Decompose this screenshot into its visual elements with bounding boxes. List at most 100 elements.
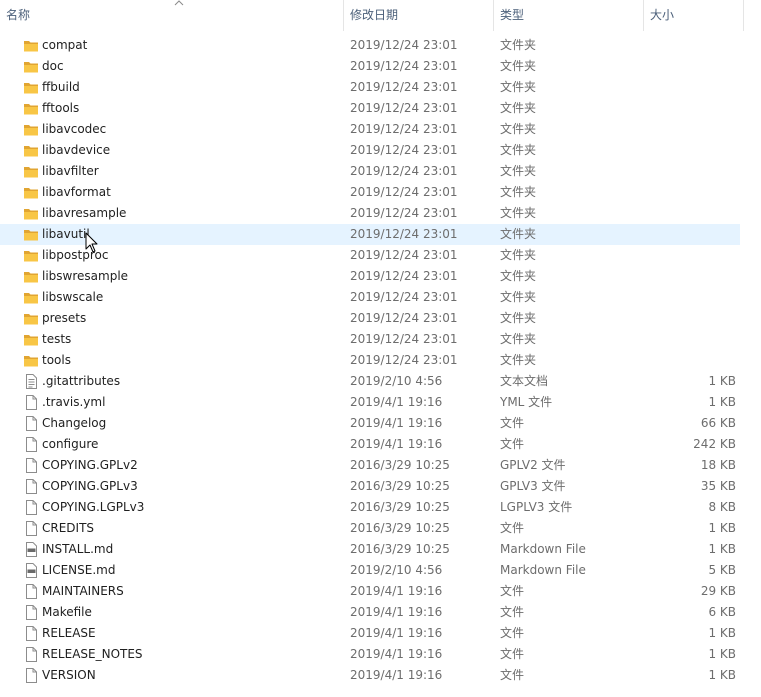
file-type: 文件夹 bbox=[500, 38, 537, 52]
file-name: Makefile bbox=[42, 605, 92, 619]
file-size bbox=[646, 161, 736, 182]
file-size: 5 KB bbox=[708, 563, 736, 577]
file-type: 文件夹 bbox=[500, 206, 537, 220]
file-modified-date: 2019/12/24 23:01 bbox=[350, 311, 458, 325]
file-row[interactable]: LICENSE.md 2019/2/10 4:56 Markdown File 5 K… bbox=[0, 560, 740, 581]
file-row[interactable]: libavformat 2019/12/24 23:01 文件夹 bbox=[0, 182, 740, 203]
file-row[interactable]: Makefile 2019/4/1 19:16 文件 6 KB bbox=[0, 602, 740, 623]
folder-icon bbox=[24, 272, 38, 283]
file-type: YML 文件 bbox=[500, 395, 553, 409]
file-row[interactable]: compat 2019/12/24 23:01 文件夹 bbox=[0, 35, 740, 56]
file-row[interactable]: tools 2019/12/24 23:01 文件夹 bbox=[0, 350, 740, 371]
file-row[interactable]: libavutil 2019/12/24 23:01 文件夹 bbox=[0, 224, 740, 245]
file-name: ffbuild bbox=[42, 80, 80, 94]
file-modified-date: 2019/12/24 23:01 bbox=[350, 164, 458, 178]
file-modified-date: 2019/12/24 23:01 bbox=[350, 353, 458, 367]
file-type: 文件夹 bbox=[500, 248, 537, 262]
file-row[interactable]: libavfilter 2019/12/24 23:01 文件夹 bbox=[0, 161, 740, 182]
file-row[interactable]: libavdevice 2019/12/24 23:01 文件夹 bbox=[0, 140, 740, 161]
file-name: CREDITS bbox=[42, 521, 95, 535]
file-row[interactable]: configure 2019/4/1 19:16 文件 242 KB bbox=[0, 434, 740, 455]
file-row[interactable]: fftools 2019/12/24 23:01 文件夹 bbox=[0, 98, 740, 119]
file-name: libavutil bbox=[42, 227, 90, 241]
folder-icon bbox=[24, 356, 38, 367]
file-type: 文件 bbox=[500, 605, 525, 619]
file-modified-date: 2019/12/24 23:01 bbox=[350, 227, 458, 241]
file-name: .travis.yml bbox=[42, 395, 106, 409]
file-row[interactable]: Changelog 2019/4/1 19:16 文件 66 KB bbox=[0, 413, 740, 434]
file-modified-date: 2019/12/24 23:01 bbox=[350, 269, 458, 283]
file-name: fftools bbox=[42, 101, 80, 115]
file-row[interactable]: presets 2019/12/24 23:01 文件夹 bbox=[0, 308, 740, 329]
file-icon bbox=[26, 647, 37, 662]
file-name: libavfilter bbox=[42, 164, 99, 178]
folder-icon bbox=[24, 125, 38, 136]
column-header-type[interactable]: 类型 bbox=[494, 0, 644, 31]
file-name: libavformat bbox=[42, 185, 111, 199]
file-modified-date: 2019/4/1 19:16 bbox=[350, 437, 443, 451]
folder-icon bbox=[24, 62, 38, 73]
file-row[interactable]: RELEASE 2019/4/1 19:16 文件 1 KB bbox=[0, 623, 740, 644]
file-size bbox=[646, 98, 736, 119]
file-row[interactable]: COPYING.GPLv3 2016/3/29 10:25 GPLV3 文件 35 K… bbox=[0, 476, 740, 497]
file-row[interactable]: RELEASE_NOTES 2019/4/1 19:16 文件 1 KB bbox=[0, 644, 740, 665]
file-modified-date: 2016/3/29 10:25 bbox=[350, 458, 450, 472]
file-row[interactable]: libpostproc 2019/12/24 23:01 文件夹 bbox=[0, 245, 740, 266]
file-modified-date: 2019/2/10 4:56 bbox=[350, 563, 443, 577]
file-type: 文件夹 bbox=[500, 227, 537, 241]
file-row[interactable]: libavresample 2019/12/24 23:01 文件夹 bbox=[0, 203, 740, 224]
file-row[interactable]: INSTALL.md 2016/3/29 10:25 Markdown File 1 … bbox=[0, 539, 740, 560]
file-name: INSTALL.md bbox=[42, 542, 114, 556]
file-row[interactable]: .gitattributes 2019/2/10 4:56 文本文档 1 KB bbox=[0, 371, 740, 392]
file-icon bbox=[26, 605, 37, 620]
file-row[interactable]: libswscale 2019/12/24 23:01 文件夹 bbox=[0, 287, 740, 308]
file-type: 文件夹 bbox=[500, 143, 537, 157]
file-type: 文件夹 bbox=[500, 164, 537, 178]
column-header-size[interactable]: 大小 bbox=[644, 0, 744, 31]
file-size bbox=[646, 266, 736, 287]
file-size: 6 KB bbox=[708, 605, 736, 619]
file-modified-date: 2019/4/1 19:16 bbox=[350, 605, 443, 619]
file-row[interactable]: libswresample 2019/12/24 23:01 文件夹 bbox=[0, 266, 740, 287]
file-type: 文件 bbox=[500, 437, 525, 451]
file-row[interactable]: COPYING.GPLv2 2016/3/29 10:25 GPLV2 文件 18 K… bbox=[0, 455, 740, 476]
file-row[interactable]: CREDITS 2016/3/29 10:25 文件 1 KB bbox=[0, 518, 740, 539]
file-size bbox=[646, 56, 736, 77]
file-size: 18 KB bbox=[700, 458, 736, 472]
folder-icon bbox=[24, 104, 38, 115]
column-header-name[interactable]: 名称 bbox=[0, 0, 344, 31]
file-type: GPLV3 文件 bbox=[500, 479, 566, 493]
folder-icon bbox=[24, 188, 38, 199]
file-name: VERSION bbox=[42, 668, 96, 682]
column-header-date[interactable]: 修改日期 bbox=[344, 0, 494, 31]
file-type: 文件 bbox=[500, 584, 525, 598]
file-modified-date: 2016/3/29 10:25 bbox=[350, 542, 450, 556]
file-type: 文件夹 bbox=[500, 122, 537, 136]
file-name: COPYING.GPLv3 bbox=[42, 479, 138, 493]
file-modified-date: 2019/12/24 23:01 bbox=[350, 59, 458, 73]
file-modified-date: 2019/12/24 23:01 bbox=[350, 143, 458, 157]
file-modified-date: 2019/12/24 23:01 bbox=[350, 101, 458, 115]
file-icon bbox=[26, 458, 37, 473]
file-type: 文件 bbox=[500, 626, 525, 640]
file-row[interactable]: MAINTAINERS 2019/4/1 19:16 文件 29 KB bbox=[0, 581, 740, 602]
file-list: compat 2019/12/24 23:01 文件夹 doc 2019/12/24 2… bbox=[0, 35, 761, 686]
file-row[interactable]: VERSION 2019/4/1 19:16 文件 1 KB bbox=[0, 665, 740, 686]
file-row[interactable]: libavcodec 2019/12/24 23:01 文件夹 bbox=[0, 119, 740, 140]
file-row[interactable]: .travis.yml 2019/4/1 19:16 YML 文件 1 KB bbox=[0, 392, 740, 413]
file-modified-date: 2019/2/10 4:56 bbox=[350, 374, 443, 388]
file-type: 文件 bbox=[500, 668, 525, 682]
file-type: 文件夹 bbox=[500, 185, 537, 199]
mouse-cursor-icon bbox=[85, 232, 98, 253]
file-row[interactable]: doc 2019/12/24 23:01 文件夹 bbox=[0, 56, 740, 77]
file-row[interactable]: ffbuild 2019/12/24 23:01 文件夹 bbox=[0, 77, 740, 98]
file-size: 1 KB bbox=[708, 395, 736, 409]
folder-icon bbox=[24, 251, 38, 262]
file-row[interactable]: COPYING.LGPLv3 2016/3/29 10:25 LGPLV3 文件 8 … bbox=[0, 497, 740, 518]
markdown-file-icon bbox=[26, 563, 37, 578]
file-row[interactable]: tests 2019/12/24 23:01 文件夹 bbox=[0, 329, 740, 350]
file-modified-date: 2016/3/29 10:25 bbox=[350, 479, 450, 493]
file-name: libavdevice bbox=[42, 143, 111, 157]
file-modified-date: 2019/4/1 19:16 bbox=[350, 395, 443, 409]
file-size: 1 KB bbox=[708, 521, 736, 535]
